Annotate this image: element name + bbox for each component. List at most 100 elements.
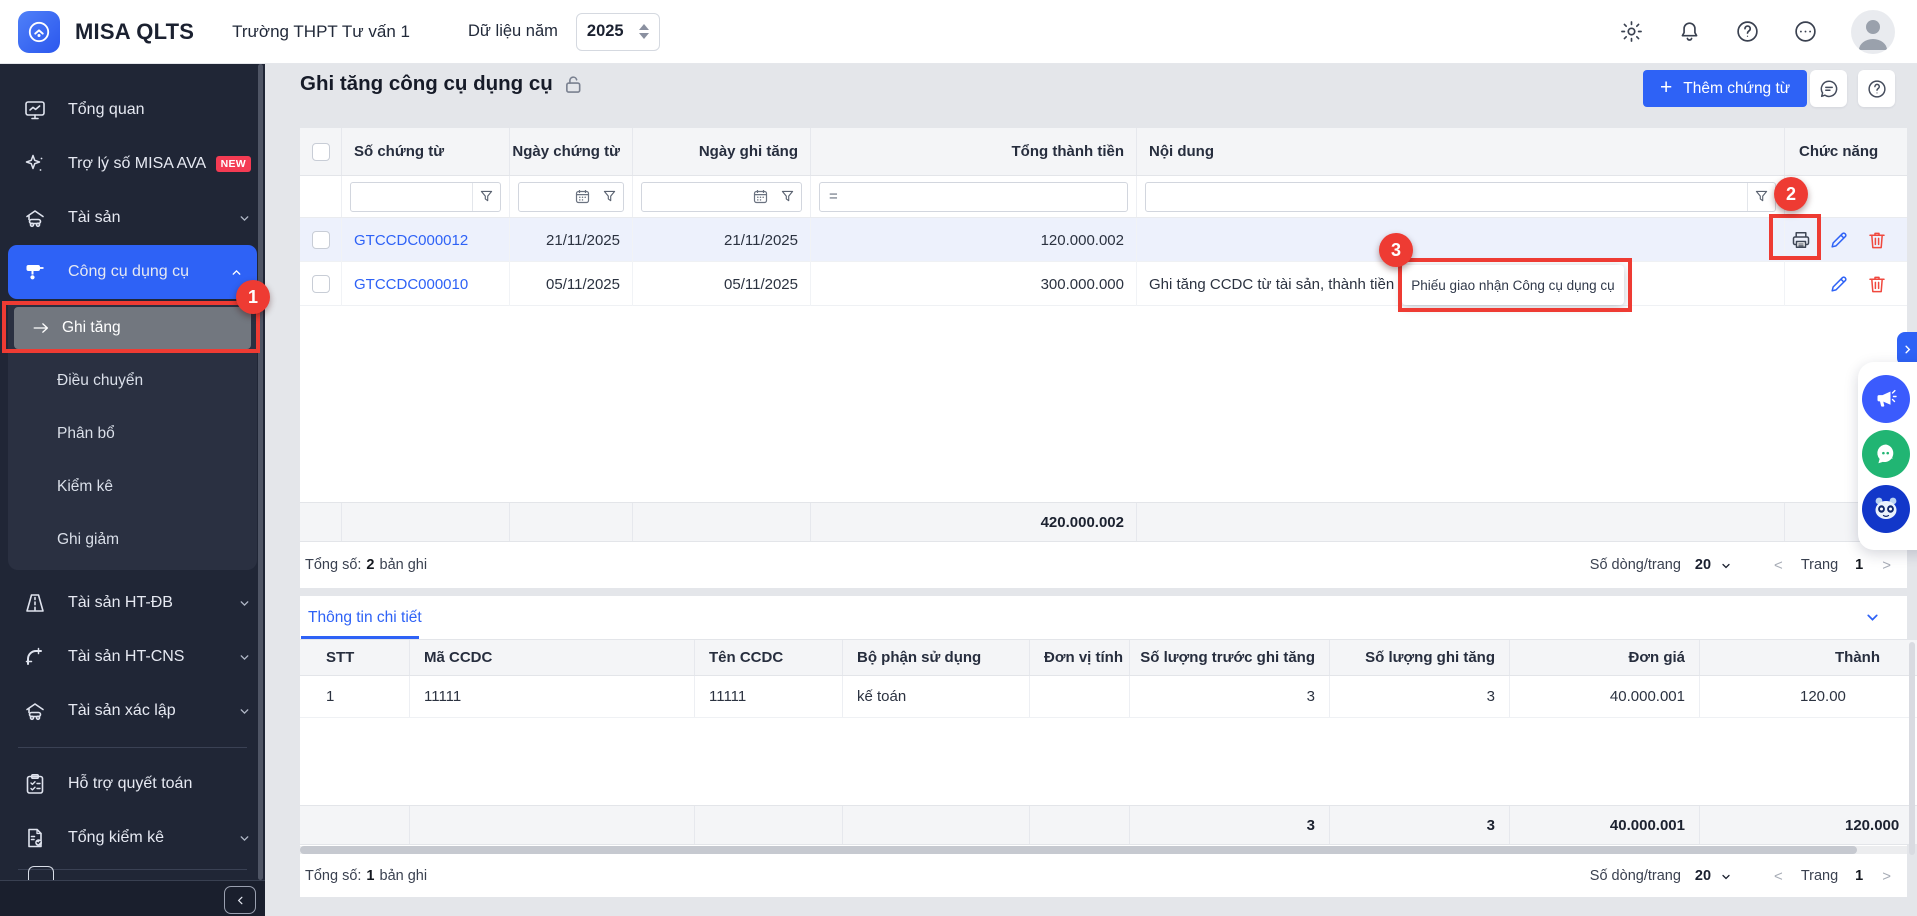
sidebar-collapse-button[interactable]	[224, 886, 256, 914]
detail-header-row: STT Mã CCDC Tên CCDC Bộ phận sử dụng Đơn…	[300, 640, 1917, 676]
sidebar-item-tai-san-ht-cns[interactable]: Tài sản HT-CNS	[0, 630, 265, 684]
calendar-icon[interactable]	[747, 183, 774, 211]
unlock-icon[interactable]	[564, 74, 583, 95]
next-page-button[interactable]: >	[1882, 868, 1891, 885]
sidebar-item-misa-ava[interactable]: Trợ lý số MISA AVA NEW	[0, 137, 265, 191]
sidebar-item-tai-san[interactable]: Tài sản	[0, 191, 265, 245]
column-header-bo-phan[interactable]: Bộ phận sử dụng	[843, 640, 1030, 675]
column-header-ma-ccdc[interactable]: Mã CCDC	[410, 640, 695, 675]
edit-pencil-icon[interactable]	[1828, 229, 1850, 251]
sidebar-item-tong-kiem-ke[interactable]: Tổng kiểm kê	[0, 811, 265, 865]
horizontal-scrollbar[interactable]	[300, 845, 1907, 855]
feedback-chat-button[interactable]	[1810, 70, 1847, 107]
column-header-tong-thanh-tien[interactable]: Tổng thành tiền	[811, 128, 1137, 175]
filter-doc-date[interactable]	[518, 182, 624, 212]
column-header-ngay-chung-tu[interactable]: Ngày chứng từ	[510, 128, 633, 175]
more-options-icon[interactable]	[1793, 19, 1818, 44]
organization-name[interactable]: Trường THPT Tư vấn 1	[232, 22, 410, 42]
sidebar-subitem-ghi-tang[interactable]: Ghi tăng	[14, 307, 251, 349]
sidebar-item-tai-san-ht-db[interactable]: Tài sản HT-ĐB	[0, 576, 265, 630]
column-header-don-gia[interactable]: Đơn giá	[1510, 640, 1700, 675]
sidebar-scrollbar[interactable]	[258, 64, 263, 880]
row-checkbox[interactable]	[312, 231, 330, 249]
help-circle-icon[interactable]	[1735, 19, 1760, 44]
chevron-down-icon[interactable]	[1720, 871, 1732, 883]
live-chat-button[interactable]	[1862, 430, 1910, 478]
prev-page-button[interactable]: <	[1774, 868, 1783, 885]
chevron-down-icon	[238, 832, 251, 845]
current-page[interactable]: 1	[1855, 868, 1863, 884]
collapse-detail-chevron-icon[interactable]	[1864, 609, 1881, 626]
vertical-scrollbar[interactable]	[1909, 642, 1915, 855]
sidebar-item-ho-tro-quyet-toan[interactable]: Hỗ trợ quyết toán	[0, 757, 265, 811]
expand-panel-tab[interactable]	[1897, 332, 1917, 366]
filter-funnel-icon[interactable]	[774, 183, 801, 211]
help-button[interactable]	[1858, 70, 1895, 107]
announcement-megaphone-button[interactable]	[1862, 375, 1910, 423]
app-brand: MISA QLTS	[75, 19, 194, 45]
notifications-bell-icon[interactable]	[1677, 19, 1702, 44]
edit-pencil-icon[interactable]	[1828, 273, 1850, 295]
filter-inc-date[interactable]	[641, 182, 802, 212]
settings-gear-icon[interactable]	[1619, 19, 1644, 44]
table-row[interactable]: GTCCDC000012 21/11/2025 21/11/2025 120.0…	[300, 218, 1907, 262]
sidebar-subitem-dieu-chuyen[interactable]: Điều chuyển	[8, 354, 257, 407]
print-tooltip: Phiếu giao nhận Công cụ dụng cụ	[1402, 265, 1624, 305]
year-value: 2025	[587, 22, 624, 41]
sidebar-item-tai-san-xac-lap[interactable]: Tài sản xác lập	[0, 684, 265, 738]
rows-per-page-label: Số dòng/trang	[1590, 557, 1681, 573]
doc-no-link[interactable]: GTCCDC000012	[354, 232, 468, 249]
year-stepper-icon[interactable]	[639, 24, 649, 39]
select-all-checkbox[interactable]	[312, 143, 330, 161]
table-row[interactable]: GTCCDC000010 05/11/2025 05/11/2025 300.0…	[300, 262, 1907, 306]
filter-funnel-icon[interactable]	[1748, 183, 1775, 211]
detail-row[interactable]: 1 11111 11111 kế toán 3 3 40.000.001 120…	[300, 676, 1917, 718]
filter-doc-no-input[interactable]	[351, 183, 472, 211]
sidebar-subitem-ghi-giam[interactable]: Ghi giảm	[8, 513, 257, 566]
column-header-sl-truoc[interactable]: Số lượng trước ghi tăng	[1130, 640, 1330, 675]
column-header-ngay-ghi-tang[interactable]: Ngày ghi tăng	[633, 128, 811, 175]
submenu-cong-cu-dung-cu: Ghi tăng Điều chuyển Phân bổ Kiểm kê Ghi…	[8, 301, 257, 570]
misa-logo-icon[interactable]	[18, 11, 60, 53]
rows-per-page-label: Số dòng/trang	[1590, 868, 1681, 884]
user-avatar[interactable]	[1851, 10, 1895, 54]
filter-content[interactable]	[1145, 182, 1776, 212]
sidebar-subitem-kiem-ke[interactable]: Kiểm kê	[8, 460, 257, 513]
filter-doc-date-input[interactable]	[519, 183, 569, 211]
column-header-sl-ghi-tang[interactable]: Số lượng ghi tăng	[1330, 640, 1510, 675]
filter-content-input[interactable]	[1146, 183, 1747, 211]
ava-panda-bot-button[interactable]	[1862, 485, 1910, 533]
column-header-thanh-tien[interactable]: Thành	[1700, 640, 1917, 675]
chevron-down-icon[interactable]	[1720, 560, 1732, 572]
tab-thong-tin-chi-tiet[interactable]: Thông tin chi tiết	[308, 609, 422, 627]
sidebar-item-tong-quan[interactable]: Tổng quan	[0, 83, 265, 137]
scrollbar-thumb[interactable]	[300, 846, 1857, 854]
column-header-noi-dung[interactable]: Nội dung	[1137, 128, 1785, 175]
delete-trash-icon[interactable]	[1866, 229, 1888, 251]
print-icon[interactable]	[1790, 229, 1812, 251]
filter-funnel-icon[interactable]	[596, 183, 623, 211]
filter-funnel-icon[interactable]	[473, 183, 500, 211]
filter-amount[interactable]: =	[819, 182, 1128, 212]
rows-per-page-value[interactable]: 20	[1695, 868, 1711, 884]
filter-inc-date-input[interactable]	[642, 183, 747, 211]
delete-trash-icon[interactable]	[1866, 273, 1888, 295]
prev-page-button[interactable]: <	[1774, 557, 1783, 574]
column-header-don-vi-tinh[interactable]: Đơn vị tính	[1030, 640, 1130, 675]
row-checkbox[interactable]	[312, 275, 330, 293]
column-header-ten-ccdc[interactable]: Tên CCDC	[695, 640, 843, 675]
filter-doc-no[interactable]	[350, 182, 501, 212]
filter-amount-input[interactable]	[838, 183, 1127, 211]
equals-operator[interactable]: =	[820, 188, 838, 205]
rows-per-page-value[interactable]: 20	[1695, 557, 1711, 573]
paint-roller-icon	[22, 260, 48, 284]
add-document-button[interactable]: + Thêm chứng từ	[1643, 70, 1807, 107]
year-selector[interactable]: 2025	[576, 13, 660, 51]
next-page-button[interactable]: >	[1882, 557, 1891, 574]
doc-no-link[interactable]: GTCCDC000010	[354, 276, 468, 293]
sidebar-subitem-phan-bo[interactable]: Phân bổ	[8, 407, 257, 460]
calendar-icon[interactable]	[569, 183, 596, 211]
sidebar-item-cong-cu-dung-cu[interactable]: Công cụ dụng cụ	[8, 245, 257, 299]
current-page[interactable]: 1	[1855, 557, 1863, 573]
column-header-so-chung-tu[interactable]: Số chứng từ	[342, 128, 510, 175]
